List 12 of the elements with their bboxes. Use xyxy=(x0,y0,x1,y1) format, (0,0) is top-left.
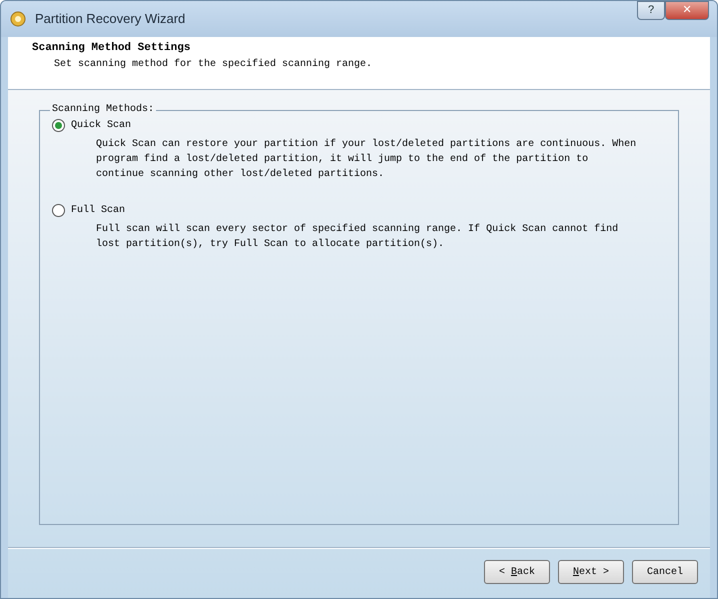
page-title: Scanning Method Settings xyxy=(32,41,192,56)
next-button[interactable]: Next > xyxy=(558,560,624,584)
app-icon xyxy=(9,10,27,28)
cancel-button[interactable]: Cancel xyxy=(632,560,698,584)
radio-option[interactable]: Quick Scan xyxy=(52,117,132,133)
page-subtitle: Set scanning method for the specified scanning range. xyxy=(53,58,374,72)
window-title: Partition Recovery Wizard xyxy=(35,10,186,28)
option-description: Quick Scan can restore your partition if your lost/deleted partitions are continuous. When program find a lost/deleted partition, it will jump to the end of the partition to continue scanning other lost/deleted partitions. xyxy=(95,138,638,182)
back-button[interactable]: < Back xyxy=(484,560,550,584)
radio-option[interactable]: Full Scan xyxy=(52,202,126,218)
help-button[interactable]: ? xyxy=(637,1,665,20)
option-description: Full scan will scan every sector of specified scanning range. If Quick Scan cannot find lost partition(s), try Full Scan to allocate partition(s). xyxy=(95,222,620,252)
